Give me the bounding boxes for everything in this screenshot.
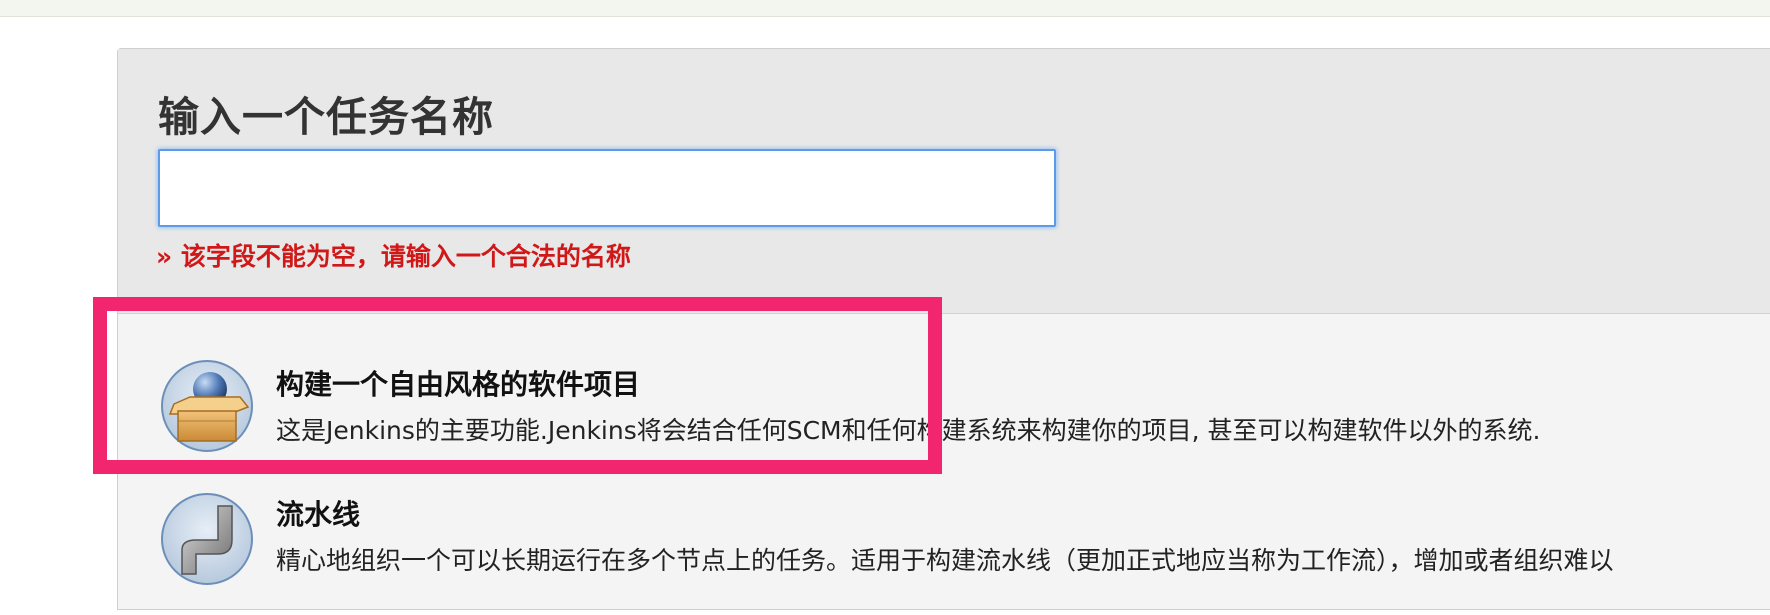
new-item-panel: 输入一个任务名称 » 该字段不能为空，请输入一个合法的名称 构建一个自由风格的软…: [117, 48, 1770, 610]
job-type-title: 流水线: [276, 498, 361, 531]
job-type-title: 构建一个自由风格的软件项目: [276, 368, 641, 401]
job-type-description: 这是Jenkins的主要功能.Jenkins将会结合任何SCM和任何构建系统来构…: [276, 416, 1541, 445]
job-type-freestyle[interactable]: 构建一个自由风格的软件项目 这是Jenkins的主要功能.Jenkins将会结合…: [118, 315, 1770, 455]
item-name-section: 输入一个任务名称 » 该字段不能为空，请输入一个合法的名称: [118, 49, 1770, 314]
item-name-input[interactable]: [158, 149, 1056, 227]
pipeline-icon: [161, 493, 253, 585]
job-type-pipeline[interactable]: 流水线 精心地组织一个可以长期运行在多个节点上的任务。适用于构建流水线（更加正式…: [118, 455, 1770, 615]
job-type-description: 精心地组织一个可以长期运行在多个节点上的任务。适用于构建流水线（更加正式地应当称…: [276, 546, 1614, 575]
item-name-label: 输入一个任务名称: [158, 93, 494, 141]
top-bar: [0, 0, 1770, 17]
validation-error: » 该字段不能为空，请输入一个合法的名称: [156, 242, 631, 271]
freestyle-box-icon: [161, 360, 253, 452]
